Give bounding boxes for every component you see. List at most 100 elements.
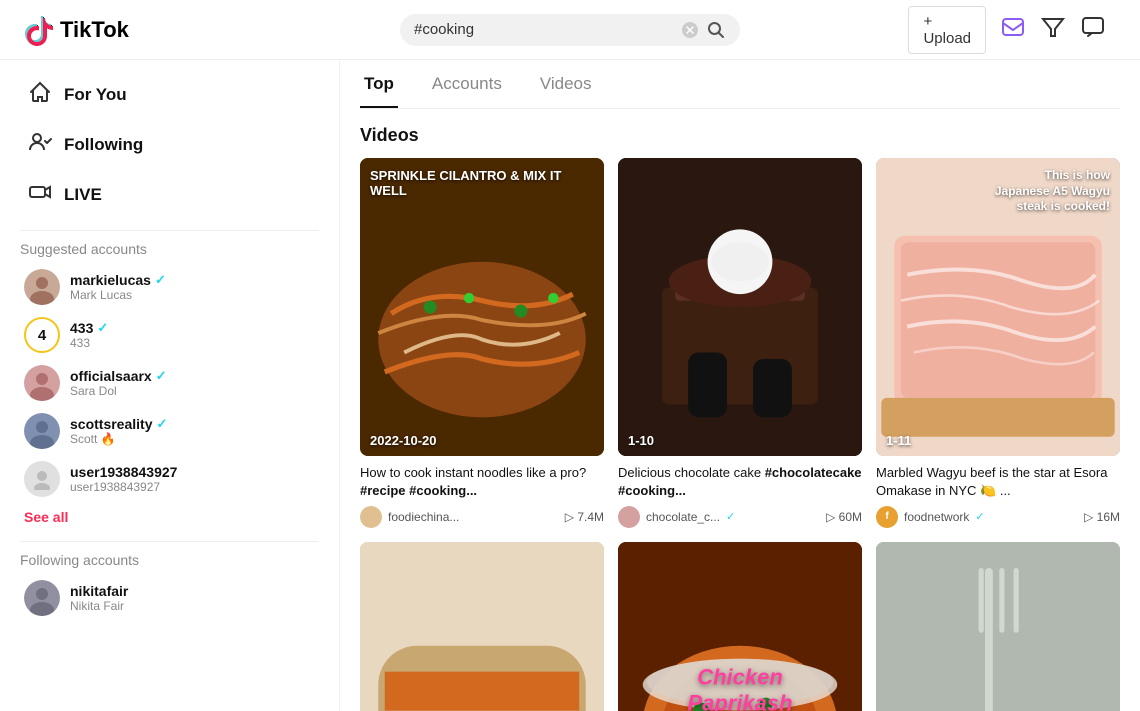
tab-accounts[interactable]: Accounts: [428, 74, 506, 108]
video-thumb-4: Beefhot sandwich: [360, 542, 604, 711]
video-2-meta: Delicious chocolate cake #chocolatecake …: [618, 464, 862, 527]
video-bg-6: [876, 542, 1120, 711]
video-3-date: 1-11: [886, 433, 911, 448]
user1938843927-subname: user1938843927: [70, 480, 177, 494]
video-card-5[interactable]: ChickenPaprikash Chicken Paprikash recip…: [618, 542, 862, 711]
video-bg-4: [360, 542, 604, 711]
search-bar: [400, 14, 740, 46]
scottsreality-info: scottsreality ✓ Scott 🔥: [70, 416, 167, 446]
video-card-3[interactable]: This is how Japanese A5 Wagyu steak is c…: [876, 158, 1120, 528]
sidebar-item-following[interactable]: Following: [20, 120, 319, 170]
video-2-desc: Delicious chocolate cake #chocolatecake …: [618, 464, 862, 500]
suggested-accounts-title: Suggested accounts: [20, 241, 319, 257]
content-area: Top Accounts Videos Videos: [340, 60, 1140, 711]
following-icon: [28, 130, 52, 160]
divider-1: [20, 230, 319, 231]
video-1-date: 2022-10-20: [370, 433, 437, 448]
scottsreality-username: scottsreality ✓: [70, 416, 167, 432]
following-account-nikitafair[interactable]: nikitafair Nikita Fair: [20, 574, 319, 622]
header: TikTok + Upload: [0, 0, 1140, 60]
video-3-author-row: f foodnetwork ✓ ▷ 16M: [876, 506, 1120, 528]
divider-2: [20, 541, 319, 542]
video-grid: SPRINKLE CILANTRO & MIX IT WELL 2022-10-…: [360, 158, 1120, 711]
video-thumb-1: SPRINKLE CILANTRO & MIX IT WELL 2022-10-…: [360, 158, 604, 456]
messages-icon[interactable]: [1080, 14, 1106, 46]
suggested-account-officialsaarx[interactable]: officialsaarx ✓ Sara Dol: [20, 359, 319, 407]
tabs-bar: Top Accounts Videos: [360, 60, 1120, 109]
suggested-account-markielucas[interactable]: markielucas ✓ Mark Lucas: [20, 263, 319, 311]
suggested-account-scottsreality[interactable]: scottsreality ✓ Scott 🔥: [20, 407, 319, 455]
search-icon[interactable]: [706, 20, 726, 40]
videos-section-heading: Videos: [360, 125, 1120, 146]
clear-icon[interactable]: [682, 22, 698, 38]
video-5-overlay: ChickenPaprikash: [687, 664, 792, 711]
header-actions: + Upload: [920, 6, 1120, 54]
verified-icon-433: ✓: [97, 320, 108, 336]
video-2-date: 1-10: [628, 433, 654, 448]
nikitafair-avatar: [24, 580, 60, 616]
video-1-author-row: foodiechina... ▷ 7.4M: [360, 506, 604, 528]
video-card-6[interactable]: Amazing cooking technique... chef_pro...: [876, 542, 1120, 711]
video-1-overlay: SPRINKLE CILANTRO & MIX IT WELL: [370, 168, 594, 198]
live-label: LIVE: [64, 185, 102, 205]
officialsaarx-subname: Sara Dol: [70, 384, 167, 398]
tab-videos[interactable]: Videos: [536, 74, 596, 108]
search-input[interactable]: [414, 21, 674, 38]
video-2-author-row: chocolate_c... ✓ ▷ 60M: [618, 506, 862, 528]
video-bg-1: [360, 158, 604, 456]
video-3-desc: Marbled Wagyu beef is the star at Esora …: [876, 464, 1120, 500]
suggested-account-433[interactable]: 4 433 ✓ 433: [20, 311, 319, 359]
433-info: 433 ✓ 433: [70, 320, 108, 350]
officialsaarx-info: officialsaarx ✓ Sara Dol: [70, 368, 167, 398]
video-1-desc: How to cook instant noodles like a pro? …: [360, 464, 604, 500]
see-all-link[interactable]: See all: [24, 509, 68, 525]
following-label: Following: [64, 135, 143, 155]
video-thumb-3: This is how Japanese A5 Wagyu steak is c…: [876, 158, 1120, 456]
for-you-label: For You: [64, 85, 127, 105]
sidebar-item-for-you[interactable]: For You: [20, 70, 319, 120]
upload-button[interactable]: + Upload: [908, 6, 986, 54]
video-card-4[interactable]: Beefhot sandwich Beef hot sandwich recip…: [360, 542, 604, 711]
sidebar-item-live[interactable]: LIVE: [20, 170, 319, 220]
inbox-icon[interactable]: [1000, 14, 1026, 46]
following-accounts-title: Following accounts: [20, 552, 319, 568]
upload-label: + Upload: [923, 13, 971, 47]
main-layout: For You Following LIVE Suggested account…: [0, 60, 1140, 711]
nikitafair-info: nikitafair Nikita Fair: [70, 583, 128, 613]
user1938843927-info: user1938843927 user1938843927: [70, 464, 177, 494]
filter-icon[interactable]: [1040, 14, 1066, 46]
video-3-meta: Marbled Wagyu beef is the star at Esora …: [876, 464, 1120, 527]
suggested-account-user1938843927[interactable]: user1938843927 user1938843927: [20, 455, 319, 503]
video-3-verified: ✓: [975, 510, 984, 523]
video-card-1[interactable]: SPRINKLE CILANTRO & MIX IT WELL 2022-10-…: [360, 158, 604, 528]
tab-top[interactable]: Top: [360, 74, 398, 108]
video-1-meta: How to cook instant noodles like a pro? …: [360, 464, 604, 527]
live-icon: [28, 180, 52, 210]
433-avatar: 4: [24, 317, 60, 353]
video-bg-2: [618, 158, 862, 456]
video-2-verified: ✓: [726, 510, 735, 523]
video-2-author-name: chocolate_c...: [646, 510, 720, 524]
nikitafair-subname: Nikita Fair: [70, 599, 128, 613]
logo-text: TikTok: [60, 17, 129, 43]
scottsreality-subname: Scott 🔥: [70, 432, 167, 446]
video-thumb-2: 1-10: [618, 158, 862, 456]
video-2-author-avatar: [618, 506, 640, 528]
markielucas-info: markielucas ✓ Mark Lucas: [70, 272, 166, 302]
user1938843927-avatar: [24, 461, 60, 497]
search-area: [220, 14, 920, 46]
433-subname: 433: [70, 336, 108, 350]
home-icon: [28, 80, 52, 110]
markielucas-username: markielucas ✓: [70, 272, 166, 288]
scottsreality-avatar: [24, 413, 60, 449]
433-username: 433 ✓: [70, 320, 108, 336]
nikitafair-username: nikitafair: [70, 583, 128, 599]
verified-icon: ✓: [155, 272, 166, 288]
video-3-overlay: This is how Japanese A5 Wagyu steak is c…: [990, 168, 1110, 215]
tiktok-icon: [20, 13, 54, 47]
video-card-2[interactable]: 1-10 Delicious chocolate cake #chocolate…: [618, 158, 862, 528]
video-thumb-5: ChickenPaprikash: [618, 542, 862, 711]
verified-icon-saarx: ✓: [156, 368, 167, 384]
officialsaarx-avatar: [24, 365, 60, 401]
sidebar: For You Following LIVE Suggested account…: [0, 60, 340, 711]
